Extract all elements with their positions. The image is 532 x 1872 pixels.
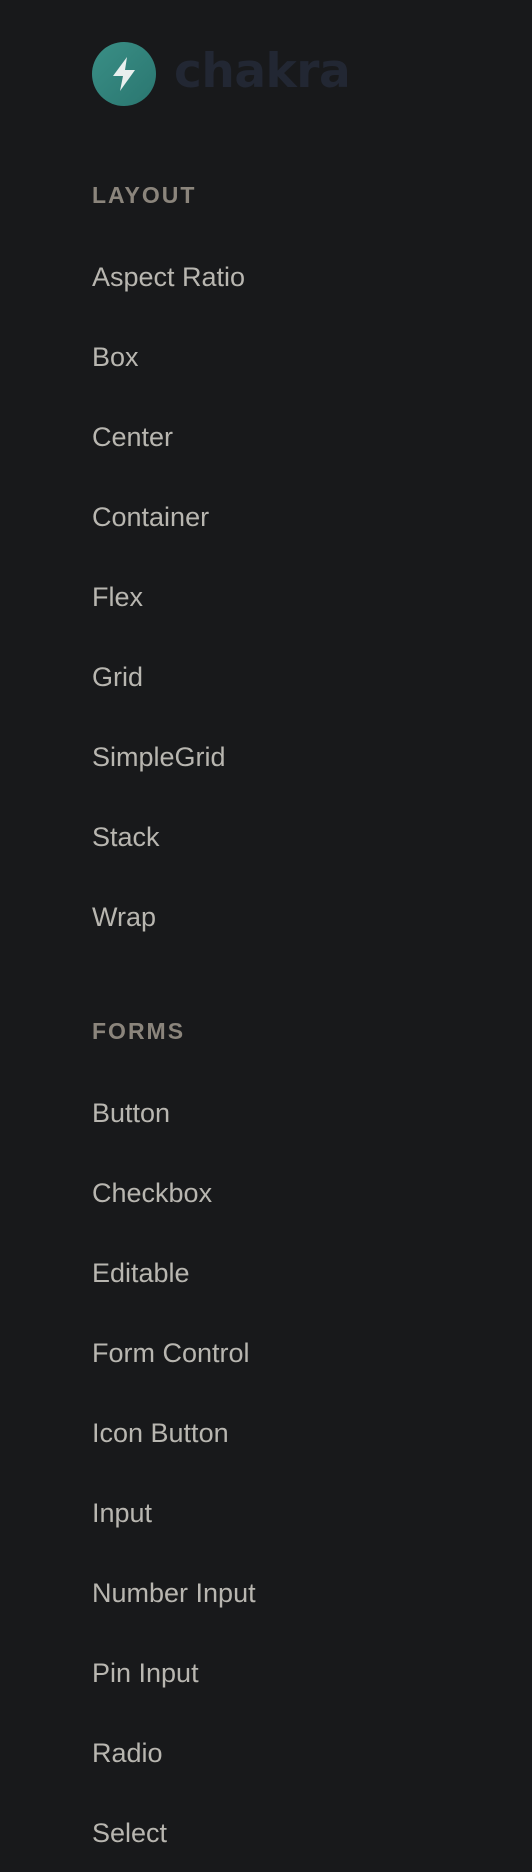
brand-logo[interactable]: chakra <box>92 42 351 106</box>
lightning-bolt-icon <box>92 42 156 106</box>
nav-item-center[interactable]: Center <box>92 424 173 451</box>
nav-item-select[interactable]: Select <box>92 1820 167 1847</box>
nav-item-wrap[interactable]: Wrap <box>92 904 156 931</box>
section-heading-layout: LAYOUT <box>92 182 197 208</box>
nav-item-editable[interactable]: Editable <box>92 1260 190 1287</box>
nav-item-simplegrid[interactable]: SimpleGrid <box>92 744 226 771</box>
section-heading-forms: FORMS <box>92 1018 186 1044</box>
brand-wordmark: chakra <box>174 43 351 99</box>
nav-item-icon-button[interactable]: Icon Button <box>92 1420 229 1447</box>
sidebar-nav: chakra LAYOUT Aspect Ratio Box Center Co… <box>0 0 532 1872</box>
nav-item-container[interactable]: Container <box>92 504 209 531</box>
nav-item-input[interactable]: Input <box>92 1500 152 1527</box>
nav-item-button[interactable]: Button <box>92 1100 170 1127</box>
nav-item-aspect-ratio[interactable]: Aspect Ratio <box>92 264 245 291</box>
nav-item-pin-input[interactable]: Pin Input <box>92 1660 199 1687</box>
nav-item-box[interactable]: Box <box>92 344 139 371</box>
nav-item-radio[interactable]: Radio <box>92 1740 163 1767</box>
nav-item-checkbox[interactable]: Checkbox <box>92 1180 212 1207</box>
nav-item-number-input[interactable]: Number Input <box>92 1580 256 1607</box>
nav-item-stack[interactable]: Stack <box>92 824 160 851</box>
nav-item-flex[interactable]: Flex <box>92 584 143 611</box>
nav-item-grid[interactable]: Grid <box>92 664 143 691</box>
nav-item-form-control[interactable]: Form Control <box>92 1340 250 1367</box>
